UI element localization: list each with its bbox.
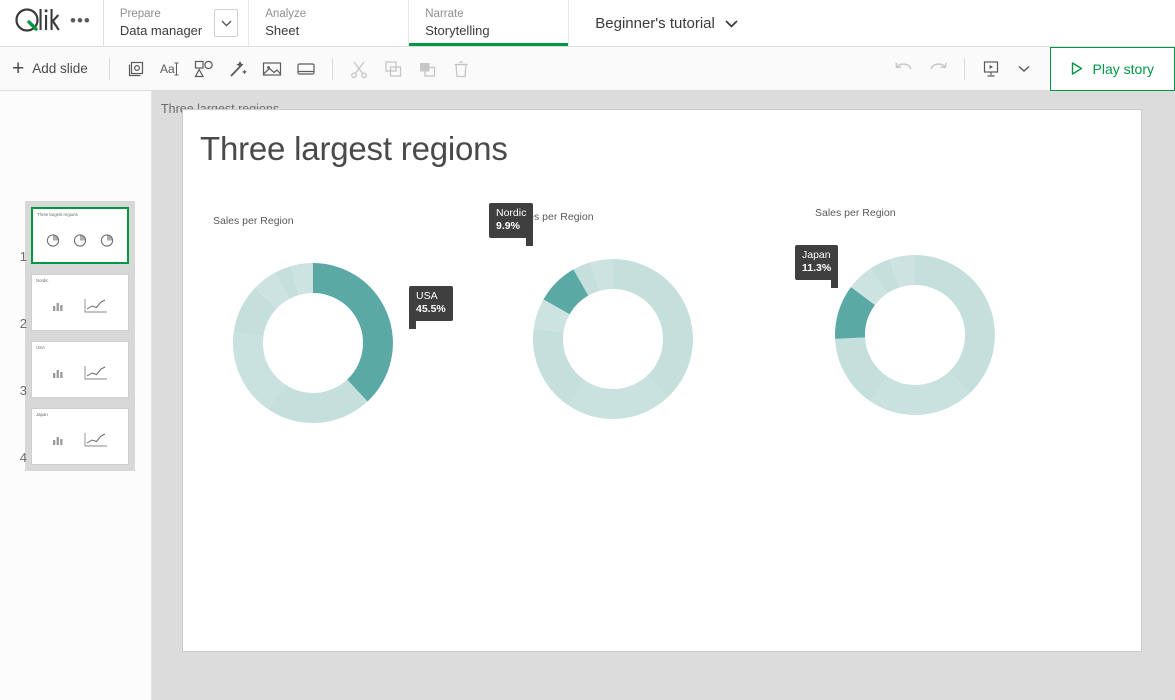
donut-svg-nordic [513, 239, 713, 439]
nav-kicker-prepare: Prepare [120, 7, 202, 22]
slide-number: 2 [11, 316, 27, 331]
tooltip-label: Nordic [496, 207, 526, 220]
nav-item-narrate[interactable]: Narrate Storytelling [409, 0, 569, 46]
top-navigation-bar: ••• Prepare Data manager Analyze Sheet N… [0, 0, 1175, 47]
line-chart-icon [83, 364, 109, 382]
chevron-down-icon [725, 15, 738, 32]
slide-thumbnail-4[interactable]: Japan [31, 408, 129, 465]
logo-zone: ••• [0, 0, 103, 46]
effects-wand-icon[interactable] [221, 52, 255, 86]
sheet-icon[interactable] [289, 52, 323, 86]
play-story-button[interactable]: Play story [1050, 47, 1175, 91]
nav-value-analyze: Sheet [265, 22, 390, 39]
pie-chart-icon [45, 232, 61, 248]
slide-number: 1 [11, 249, 27, 264]
slide-row-4: 4 Japan [31, 408, 129, 465]
donut-chart-japan[interactable]: Japan 11.3% [815, 235, 1015, 440]
workspace: 1 Three largest regions [0, 91, 1175, 700]
copy-icon [376, 52, 410, 86]
svg-text:Aa: Aa [160, 62, 175, 76]
slide-canvas[interactable]: Three largest regions Sales per Region [182, 109, 1142, 652]
slide-number: 3 [11, 383, 27, 398]
app-title-dropdown[interactable]: Beginner's tutorial [569, 0, 758, 46]
toolbar-right-group: Play story [887, 47, 1175, 90]
chart-title: Sales per Region [513, 211, 713, 223]
paste-icon [410, 52, 444, 86]
donut-svg-usa [213, 243, 413, 443]
add-slide-button[interactable]: + Add slide [10, 47, 100, 90]
donut-chart-usa[interactable]: USA 45.5% [213, 243, 413, 448]
story-toolbar: + Add slide Aa [0, 47, 1175, 91]
thumbnail-preview-icons [32, 275, 128, 330]
present-options-button[interactable] [1008, 60, 1040, 78]
tooltip-usa: USA 45.5% [409, 286, 453, 321]
chart-block-usa[interactable]: Sales per Region [213, 215, 413, 448]
tooltip-label: USA [416, 290, 446, 303]
pie-chart-icon [99, 232, 115, 248]
app-title-label: Beginner's tutorial [595, 15, 715, 32]
nav-value-prepare: Data manager [120, 22, 202, 39]
toolbar-divider-3 [964, 58, 965, 80]
cut-icon [342, 52, 376, 86]
snapshot-library-icon[interactable] [119, 52, 153, 86]
donut-svg-japan [815, 235, 1015, 435]
plus-icon: + [12, 58, 24, 79]
nav-item-analyze[interactable]: Analyze Sheet [249, 0, 409, 46]
toolbar-divider-2 [332, 58, 333, 80]
slide-title-text[interactable]: Three largest regions [200, 130, 508, 168]
nav-item-prepare[interactable]: Prepare Data manager [104, 0, 249, 46]
chart-title: Sales per Region [213, 215, 413, 227]
text-icon[interactable]: Aa [153, 52, 187, 86]
bar-chart-icon [51, 433, 65, 447]
nav-kicker-analyze: Analyze [265, 7, 390, 22]
bar-chart-icon [51, 299, 65, 313]
nav-value-narrate: Storytelling [425, 22, 550, 39]
tooltip-japan: Japan 11.3% [795, 245, 838, 280]
redo-icon [921, 52, 955, 86]
undo-icon [887, 52, 921, 86]
slide-row-1: 1 Three largest regions [31, 207, 129, 264]
delete-icon [444, 52, 478, 86]
qlik-logo-icon [14, 7, 60, 33]
slide-row-3: 3 USA [31, 341, 129, 398]
pie-chart-icon [72, 232, 88, 248]
nav-kicker-narrate: Narrate [425, 7, 550, 22]
slide-number: 4 [11, 450, 27, 465]
ellipsis-icon[interactable]: ••• [70, 12, 91, 34]
tooltip-value: 9.9% [496, 220, 526, 233]
qlik-logo[interactable] [14, 7, 60, 38]
chevron-down-icon [1018, 65, 1030, 73]
slide-strip: 1 Three largest regions [25, 201, 135, 471]
slide-list-panel: 1 Three largest regions [0, 91, 152, 700]
thumbnail-preview-icons [32, 409, 128, 464]
chart-block-nordic[interactable]: Sales per Region [513, 211, 713, 444]
tooltip-label: Japan [802, 249, 831, 262]
play-story-label: Play story [1093, 61, 1154, 77]
chevron-down-icon [221, 20, 232, 27]
line-chart-icon [83, 431, 109, 449]
bar-chart-icon [51, 366, 65, 380]
canvas-area: Three largest regions Three largest regi… [152, 91, 1175, 700]
presentation-icon[interactable] [974, 52, 1008, 86]
line-chart-icon [83, 297, 109, 315]
play-triangle-icon [1069, 61, 1084, 76]
donut-chart-nordic[interactable]: Nordic 9.9% [513, 239, 713, 444]
slide-row-2: 2 Nordic [31, 274, 129, 331]
add-slide-label: Add slide [32, 61, 88, 76]
tooltip-value: 11.3% [802, 262, 831, 275]
thumbnail-preview-icons [32, 342, 128, 397]
chart-title: Sales per Region [815, 207, 1015, 219]
slide-thumbnail-1[interactable]: Three largest regions [31, 207, 129, 264]
chart-block-japan[interactable]: Sales per Region [815, 207, 1015, 440]
prepare-dropdown-button[interactable] [214, 9, 238, 37]
slide-thumbnail-3[interactable]: USA [31, 341, 129, 398]
thumbnail-preview-icons [33, 209, 127, 262]
toolbar-divider [109, 58, 110, 80]
image-icon[interactable] [255, 52, 289, 86]
tooltip-value: 45.5% [416, 303, 446, 316]
slide-thumbnail-2[interactable]: Nordic [31, 274, 129, 331]
tooltip-nordic: Nordic 9.9% [489, 203, 533, 238]
shapes-icon[interactable] [187, 52, 221, 86]
